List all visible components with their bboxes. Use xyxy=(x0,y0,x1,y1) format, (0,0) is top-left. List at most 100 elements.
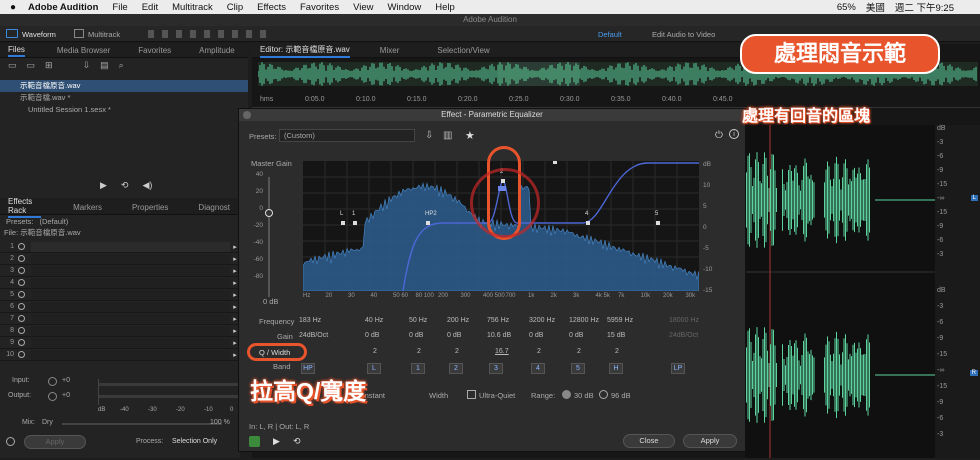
workspace-edit-video[interactable]: Edit Audio to Video xyxy=(652,30,715,39)
range-30-radio[interactable] xyxy=(562,390,571,399)
slot-effect-field[interactable] xyxy=(31,313,230,324)
rack-slot[interactable]: 10 ▸ xyxy=(0,349,240,361)
band-button[interactable]: 1 xyxy=(411,363,425,374)
waveform-button[interactable]: Waveform xyxy=(22,30,56,39)
band-frequency[interactable]: 12800 Hz xyxy=(569,317,599,324)
menu-favorites[interactable]: Favorites xyxy=(300,2,339,13)
band-q[interactable]: 2 xyxy=(577,348,581,355)
tab-properties[interactable]: Properties xyxy=(132,203,168,212)
rack-slot[interactable]: 4 ▸ xyxy=(0,277,240,289)
new-file-icon[interactable]: ⊞ xyxy=(45,60,53,71)
band-frequency[interactable]: 18000 Hz xyxy=(669,317,699,324)
eq-presets-select[interactable]: (Custom) xyxy=(279,129,415,142)
folder-icon[interactable]: ▭ xyxy=(8,60,17,71)
menu-clip[interactable]: Clip xyxy=(227,2,243,13)
band-q[interactable]: 2 xyxy=(615,348,619,355)
rack-slot[interactable]: 5 ▸ xyxy=(0,289,240,301)
slot-effect-field[interactable] xyxy=(31,289,230,300)
slot-effect-field[interactable] xyxy=(31,301,230,312)
slot-effect-field[interactable] xyxy=(31,337,230,348)
menu-window[interactable]: Window xyxy=(388,2,422,13)
band-frequency[interactable]: 183 Hz xyxy=(299,317,321,324)
apple-icon[interactable]: ● xyxy=(10,2,16,13)
list-item[interactable]: Untitled Session 1.sesx * xyxy=(0,104,248,116)
tab-favorites[interactable]: Favorites xyxy=(138,46,171,55)
tab-files[interactable]: Files xyxy=(8,45,25,57)
input-knob[interactable] xyxy=(48,377,57,386)
rack-slot[interactable]: 9 ▸ xyxy=(0,337,240,349)
slot-power-icon[interactable] xyxy=(18,315,25,322)
rack-slot[interactable]: 1 ▸ xyxy=(0,241,240,253)
time-ruler[interactable]: hms 0:05.0 0:10.0 0:15.0 0:20.0 0:25.0 0:30.0 0… xyxy=(252,94,980,108)
band-button[interactable]: H xyxy=(609,363,623,374)
power-toggle-icon[interactable]: ⏻ xyxy=(715,130,723,141)
waveform-display[interactable] xyxy=(745,125,935,458)
favorite-star-icon[interactable]: ★ xyxy=(465,129,475,142)
volume-icon[interactable]: ◀) xyxy=(142,180,152,191)
band-button[interactable]: 5 xyxy=(571,363,585,374)
menu-edit[interactable]: Edit xyxy=(142,2,158,13)
delete-preset-icon[interactable]: ▥ xyxy=(443,130,452,141)
tab-media-browser[interactable]: Media Browser xyxy=(57,46,110,55)
clock[interactable]: 週二 下午9:25 xyxy=(895,0,954,14)
band-frequency[interactable]: 50 Hz xyxy=(409,317,427,324)
multitrack-button[interactable]: Multitrack xyxy=(88,30,120,39)
menu-multitrack[interactable]: Multitrack xyxy=(172,2,213,13)
rack-presets-select[interactable]: (Default) xyxy=(40,217,69,226)
save-preset-icon[interactable]: ⇩ xyxy=(425,130,433,141)
band-frequency[interactable]: 756 Hz xyxy=(487,317,509,324)
process-select[interactable]: Selection Only xyxy=(172,438,217,445)
band-frequency[interactable]: 200 Hz xyxy=(447,317,469,324)
band-gain[interactable]: 0 dB xyxy=(569,332,583,339)
tab-mixer[interactable]: Mixer xyxy=(380,46,400,55)
slot-effect-field[interactable] xyxy=(31,265,230,276)
menu-view[interactable]: View xyxy=(353,2,373,13)
band-button[interactable]: 2 xyxy=(449,363,463,374)
apply-button[interactable]: Apply xyxy=(683,434,737,448)
close-button[interactable]: Close xyxy=(623,434,675,448)
slot-power-icon[interactable] xyxy=(18,339,25,346)
channel-label-l[interactable]: L xyxy=(970,195,978,201)
band-q[interactable]: 2 xyxy=(373,348,377,355)
band-frequency[interactable]: 40 Hz xyxy=(365,317,383,324)
eq-loop-icon[interactable]: ⟲ xyxy=(293,436,301,447)
app-name-menu[interactable]: Adobe Audition xyxy=(28,2,98,13)
band-gain[interactable]: 0 dB xyxy=(365,332,379,339)
mix-slider[interactable] xyxy=(62,423,222,425)
tab-selection-view[interactable]: Selection/View xyxy=(437,46,489,55)
menu-help[interactable]: Help xyxy=(435,2,455,13)
band-q[interactable]: 16.7 xyxy=(495,348,509,355)
rack-slot[interactable]: 8 ▸ xyxy=(0,325,240,337)
rack-apply-button[interactable]: Apply xyxy=(24,435,86,449)
rack-slot[interactable]: 6 ▸ xyxy=(0,301,240,313)
range-96-radio[interactable] xyxy=(599,390,608,399)
play-icon[interactable]: ▶ xyxy=(100,180,107,191)
workspace-default[interactable]: Default xyxy=(598,30,622,39)
slot-effect-field[interactable] xyxy=(31,325,230,336)
search-icon[interactable]: ⌕ xyxy=(119,60,124,71)
band-gain[interactable]: 24dB/Oct xyxy=(299,332,328,339)
eq-play-icon[interactable]: ▶ xyxy=(273,436,280,447)
slot-effect-field[interactable] xyxy=(31,349,230,360)
band-gain[interactable]: 0 dB xyxy=(409,332,423,339)
tab-diagnostics[interactable]: Diagnost xyxy=(198,203,230,212)
band-button[interactable]: LP xyxy=(671,363,685,374)
band-q[interactable]: 2 xyxy=(537,348,541,355)
rack-slot[interactable]: 2 ▸ xyxy=(0,253,240,265)
band-gain[interactable]: 15 dB xyxy=(607,332,625,339)
band-frequency[interactable]: 5959 Hz xyxy=(607,317,633,324)
slot-power-icon[interactable] xyxy=(18,243,25,250)
tab-effects-rack[interactable]: Effects Rack xyxy=(8,197,42,218)
eq-power-button[interactable] xyxy=(249,436,260,447)
slot-effect-field[interactable] xyxy=(31,277,230,288)
loop-icon[interactable]: ⟲ xyxy=(121,180,129,191)
delete-icon[interactable]: ▤ xyxy=(100,60,109,71)
tab-amplitude[interactable]: Amplitude xyxy=(199,46,235,55)
band-gain[interactable]: 10.6 dB xyxy=(487,332,511,339)
info-icon[interactable]: i xyxy=(729,129,739,139)
tab-markers[interactable]: Markers xyxy=(73,203,102,212)
slot-power-icon[interactable] xyxy=(18,279,25,286)
band-button[interactable]: 4 xyxy=(531,363,545,374)
dialog-close-icon[interactable] xyxy=(243,111,251,119)
list-item[interactable]: 示範音檔.wav * xyxy=(0,92,248,104)
